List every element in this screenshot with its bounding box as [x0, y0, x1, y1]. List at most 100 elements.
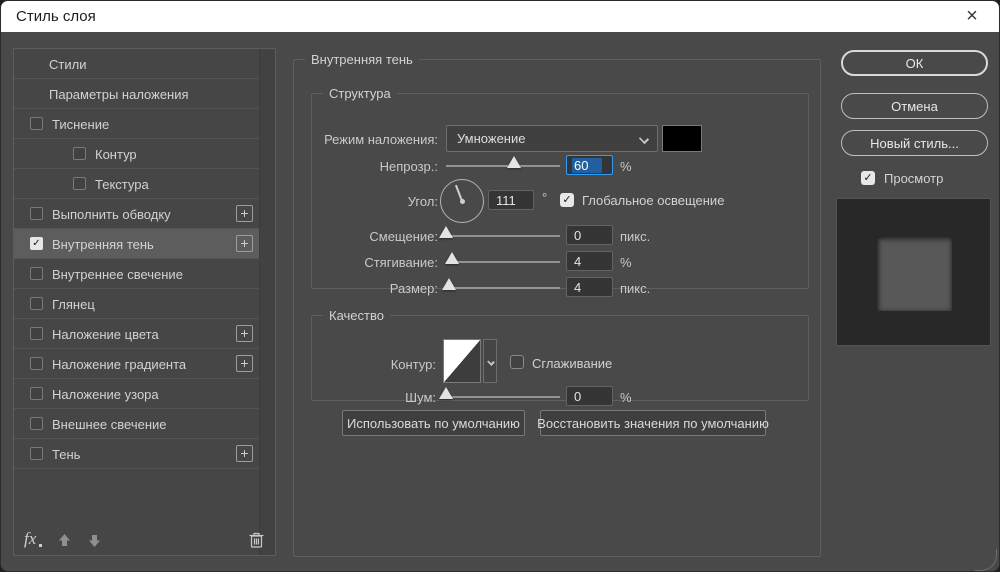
style-list-item[interactable]: Текстура	[14, 169, 259, 199]
angle-input[interactable]: 111	[488, 190, 534, 210]
style-list-item[interactable]: Тиснение	[14, 109, 259, 139]
chevron-down-icon	[639, 134, 649, 144]
dialog-body: Стили Параметры наложения Тиснение Контур Те…	[1, 32, 1000, 572]
add-effect-button[interactable]: +	[236, 205, 253, 222]
style-list-item[interactable]: Внешнее свечение	[14, 409, 259, 439]
effect-checkbox[interactable]	[30, 117, 43, 130]
style-list: Стили Параметры наложения Тиснение Контур Те…	[14, 49, 275, 525]
style-item-label: Текстура	[95, 177, 149, 192]
ok-button[interactable]: ОК	[841, 50, 988, 76]
preview-shape	[877, 236, 952, 311]
chevron-down-icon	[487, 358, 495, 366]
new-style-button[interactable]: Новый стиль...	[841, 130, 988, 156]
section-title: Внутренняя тень	[305, 52, 419, 67]
resize-grip[interactable]	[975, 549, 997, 571]
styles-footer: fx	[14, 525, 275, 555]
size-label: Размер:	[312, 281, 438, 296]
cancel-button[interactable]: Отмена	[841, 93, 988, 119]
blend-mode-label: Режим наложения:	[312, 132, 438, 147]
effect-checkbox[interactable]	[30, 357, 43, 370]
add-effect-button[interactable]: +	[236, 355, 253, 372]
style-list-item[interactable]: Наложение градиента +	[14, 349, 259, 379]
style-list-item[interactable]: Выполнить обводку +	[14, 199, 259, 229]
global-light-checkbox[interactable]: ✓	[560, 193, 574, 207]
style-list-item[interactable]: Наложение узора	[14, 379, 259, 409]
move-effect-down-icon[interactable]	[86, 532, 103, 549]
effect-checkbox[interactable]	[73, 147, 86, 160]
fx-menu-button[interactable]: fx	[24, 529, 36, 549]
choke-input[interactable]: 4	[566, 251, 613, 271]
size-slider[interactable]	[446, 287, 560, 289]
contour-picker[interactable]	[443, 339, 481, 383]
delete-effect-icon[interactable]	[248, 531, 265, 549]
offset-slider[interactable]	[446, 235, 560, 237]
style-list-item[interactable]: Параметры наложения	[14, 79, 259, 109]
choke-slider[interactable]	[446, 261, 560, 263]
contour-label: Контур:	[312, 357, 436, 372]
title-bar[interactable]: Стиль слоя ×	[1, 1, 999, 32]
style-item-label: Тиснение	[52, 117, 109, 132]
noise-slider[interactable]	[446, 396, 560, 398]
style-item-label: Выполнить обводку	[52, 207, 171, 222]
opacity-slider[interactable]	[446, 165, 560, 167]
style-list-item[interactable]: Внутреннее свечение	[14, 259, 259, 289]
shadow-color-swatch[interactable]	[662, 125, 702, 152]
effect-checkbox[interactable]	[73, 177, 86, 190]
styles-scrollbar[interactable]	[259, 49, 275, 555]
effect-checkbox[interactable]	[30, 267, 43, 280]
style-item-label: Наложение узора	[52, 387, 159, 402]
contour-dropdown-button[interactable]	[483, 339, 497, 383]
style-item-label: Контур	[95, 147, 137, 162]
style-list-item[interactable]: ✓ Внутренняя тень +	[14, 229, 259, 259]
close-icon[interactable]: ×	[957, 1, 987, 32]
effect-checkbox[interactable]	[30, 447, 43, 460]
style-list-item[interactable]: Контур	[14, 139, 259, 169]
style-list-item[interactable]: Наложение цвета +	[14, 319, 259, 349]
offset-slider-thumb[interactable]	[439, 226, 453, 238]
size-input[interactable]: 4	[566, 277, 613, 297]
add-effect-button[interactable]: +	[236, 325, 253, 342]
blend-mode-select[interactable]: Умножение	[446, 125, 658, 152]
style-list-item[interactable]: Тень +	[14, 439, 259, 469]
preview-label: Просмотр	[884, 171, 943, 186]
effect-checkbox[interactable]	[30, 207, 43, 220]
style-preview-thumbnail	[836, 198, 991, 346]
style-item-label: Глянец	[52, 297, 95, 312]
move-effect-up-icon[interactable]	[56, 532, 73, 549]
opacity-slider-thumb[interactable]	[507, 156, 521, 168]
style-item-label: Внутренняя тень	[52, 237, 154, 252]
inner-shadow-section: Внутренняя тень Структура Режим наложени…	[293, 52, 821, 557]
style-item-label: Внутреннее свечение	[52, 267, 183, 282]
style-item-label: Параметры наложения	[49, 87, 189, 102]
styles-panel: Стили Параметры наложения Тиснение Контур Те…	[13, 48, 276, 556]
effect-checkbox[interactable]: ✓	[30, 237, 43, 250]
style-item-label: Тень	[52, 447, 80, 462]
add-effect-button[interactable]: +	[236, 235, 253, 252]
preview-checkbox[interactable]: ✓	[861, 171, 875, 185]
style-item-label: Наложение цвета	[52, 327, 159, 342]
effect-checkbox[interactable]	[30, 387, 43, 400]
offset-input[interactable]: 0	[566, 225, 613, 245]
angle-dial[interactable]	[440, 179, 484, 223]
style-list-item[interactable]: Стили	[14, 49, 259, 79]
antialias-checkbox[interactable]	[510, 355, 524, 369]
effect-checkbox[interactable]	[30, 417, 43, 430]
noise-label: Шум:	[312, 390, 436, 405]
make-default-button[interactable]: Использовать по умолчанию	[342, 410, 525, 436]
opacity-input[interactable]: 60	[566, 155, 613, 175]
style-item-label: Стили	[49, 57, 86, 72]
noise-input[interactable]: 0	[566, 386, 613, 406]
add-effect-button[interactable]: +	[236, 445, 253, 462]
offset-label: Смещение:	[312, 229, 438, 244]
style-list-item[interactable]: Глянец	[14, 289, 259, 319]
noise-slider-thumb[interactable]	[439, 387, 453, 399]
reset-default-button[interactable]: Восстановить значения по умолчанию	[540, 410, 766, 436]
antialias-label: Сглаживание	[532, 356, 612, 371]
effect-checkbox[interactable]	[30, 297, 43, 310]
style-item-label: Наложение градиента	[52, 357, 186, 372]
effect-checkbox[interactable]	[30, 327, 43, 340]
size-slider-thumb[interactable]	[442, 278, 456, 290]
choke-slider-thumb[interactable]	[445, 252, 459, 264]
dialog-title: Стиль слоя	[16, 8, 96, 25]
quality-group: Качество Контур: Сглаживание Шум: 0 %	[311, 308, 809, 401]
